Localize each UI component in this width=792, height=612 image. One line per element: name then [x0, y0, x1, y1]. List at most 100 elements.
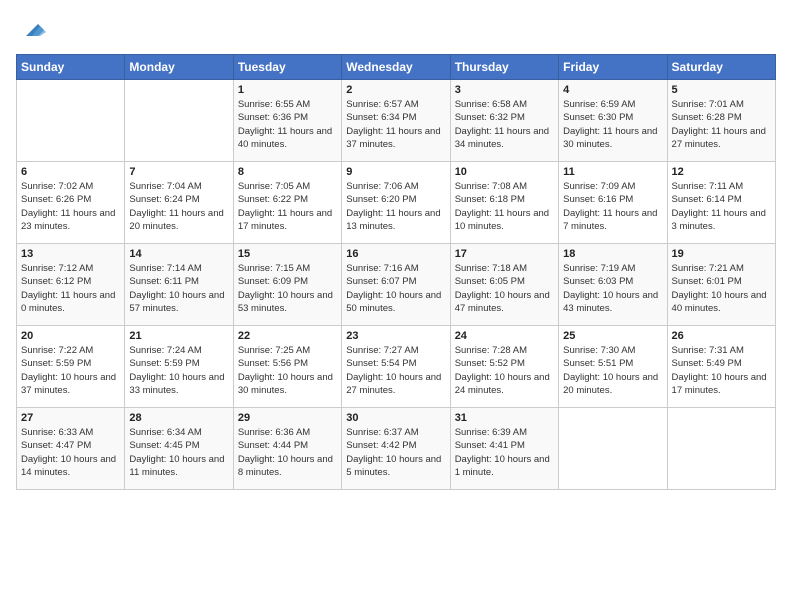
day-detail: Sunrise: 7:24 AMSunset: 5:59 PMDaylight:… [129, 344, 228, 397]
day-detail: Sunrise: 7:30 AMSunset: 5:51 PMDaylight:… [563, 344, 662, 397]
calendar-cell: 16 Sunrise: 7:16 AMSunset: 6:07 PMDayligh… [342, 244, 450, 326]
calendar-cell: 28 Sunrise: 6:34 AMSunset: 4:45 PMDayligh… [125, 408, 233, 490]
day-number: 7 [129, 166, 228, 178]
day-number: 28 [129, 412, 228, 424]
calendar-cell: 15 Sunrise: 7:15 AMSunset: 6:09 PMDayligh… [233, 244, 341, 326]
day-number: 9 [346, 166, 445, 178]
calendar-cell: 8Sunrise: 7:05 AMSunset: 6:22 PMDaylight… [233, 162, 341, 244]
day-detail: Sunrise: 7:15 AMSunset: 6:09 PMDaylight:… [238, 262, 337, 315]
day-number: 16 [346, 248, 445, 260]
day-detail: Sunrise: 7:09 AMSunset: 6:16 PMDaylight:… [563, 180, 662, 233]
calendar-cell [559, 408, 667, 490]
day-header-wednesday: Wednesday [342, 55, 450, 80]
day-detail: Sunrise: 6:34 AMSunset: 4:45 PMDaylight:… [129, 426, 228, 479]
day-number: 27 [21, 412, 120, 424]
calendar-cell: 24 Sunrise: 7:28 AMSunset: 5:52 PMDayligh… [450, 326, 558, 408]
calendar-cell [667, 408, 775, 490]
day-detail: Sunrise: 7:16 AMSunset: 6:07 PMDaylight:… [346, 262, 445, 315]
day-detail: Sunrise: 6:33 AMSunset: 4:47 PMDaylight:… [21, 426, 120, 479]
calendar-cell: 4Sunrise: 6:59 AMSunset: 6:30 PMDaylight… [559, 80, 667, 162]
day-detail: Sunrise: 6:37 AMSunset: 4:42 PMDaylight:… [346, 426, 445, 479]
day-number: 30 [346, 412, 445, 424]
calendar-cell: 13Sunrise: 7:12 AMSunset: 6:12 PMDayligh… [17, 244, 125, 326]
day-detail: Sunrise: 7:27 AMSunset: 5:54 PMDaylight:… [346, 344, 445, 397]
calendar-week-4: 20 Sunrise: 7:22 AMSunset: 5:59 PMDayligh… [17, 326, 776, 408]
calendar-cell: 2 Sunrise: 6:57 AMSunset: 6:34 PMDaylight… [342, 80, 450, 162]
calendar-week-2: 6Sunrise: 7:02 AMSunset: 6:26 PMDaylight… [17, 162, 776, 244]
day-number: 8 [238, 166, 337, 178]
calendar-cell: 20 Sunrise: 7:22 AMSunset: 5:59 PMDayligh… [17, 326, 125, 408]
calendar-cell: 29Sunrise: 6:36 AMSunset: 4:44 PMDayligh… [233, 408, 341, 490]
day-number: 3 [455, 84, 554, 96]
day-header-friday: Friday [559, 55, 667, 80]
calendar-cell: 21Sunrise: 7:24 AMSunset: 5:59 PMDayligh… [125, 326, 233, 408]
day-number: 25 [563, 330, 662, 342]
calendar-cell: 19 Sunrise: 7:21 AMSunset: 6:01 PMDayligh… [667, 244, 775, 326]
day-number: 31 [455, 412, 554, 424]
day-number: 5 [672, 84, 771, 96]
day-detail: Sunrise: 7:31 AMSunset: 5:49 PMDaylight:… [672, 344, 771, 397]
calendar-table: SundayMondayTuesdayWednesdayThursdayFrid… [16, 54, 776, 490]
day-detail: Sunrise: 6:39 AMSunset: 4:41 PMDaylight:… [455, 426, 554, 479]
calendar-cell: 3Sunrise: 6:58 AMSunset: 6:32 PMDaylight… [450, 80, 558, 162]
calendar-cell: 6Sunrise: 7:02 AMSunset: 6:26 PMDaylight… [17, 162, 125, 244]
day-number: 18 [563, 248, 662, 260]
day-detail: Sunrise: 7:01 AMSunset: 6:28 PMDaylight:… [672, 98, 771, 151]
day-number: 17 [455, 248, 554, 260]
day-detail: Sunrise: 7:21 AMSunset: 6:01 PMDaylight:… [672, 262, 771, 315]
day-detail: Sunrise: 7:04 AMSunset: 6:24 PMDaylight:… [129, 180, 228, 233]
day-number: 19 [672, 248, 771, 260]
day-header-thursday: Thursday [450, 55, 558, 80]
day-number: 20 [21, 330, 120, 342]
calendar-cell: 23 Sunrise: 7:27 AMSunset: 5:54 PMDayligh… [342, 326, 450, 408]
logo-icon [18, 16, 46, 44]
calendar-header-row: SundayMondayTuesdayWednesdayThursdayFrid… [17, 55, 776, 80]
day-number: 10 [455, 166, 554, 178]
calendar-cell: 27 Sunrise: 6:33 AMSunset: 4:47 PMDayligh… [17, 408, 125, 490]
day-number: 15 [238, 248, 337, 260]
day-detail: Sunrise: 7:11 AMSunset: 6:14 PMDaylight:… [672, 180, 771, 233]
day-detail: Sunrise: 7:28 AMSunset: 5:52 PMDaylight:… [455, 344, 554, 397]
day-detail: Sunrise: 6:55 AMSunset: 6:36 PMDaylight:… [238, 98, 337, 151]
calendar-cell: 12 Sunrise: 7:11 AMSunset: 6:14 PMDayligh… [667, 162, 775, 244]
day-number: 29 [238, 412, 337, 424]
day-header-monday: Monday [125, 55, 233, 80]
calendar-week-1: 1 Sunrise: 6:55 AMSunset: 6:36 PMDaylight… [17, 80, 776, 162]
calendar-cell: 18 Sunrise: 7:19 AMSunset: 6:03 PMDayligh… [559, 244, 667, 326]
day-detail: Sunrise: 7:12 AMSunset: 6:12 PMDaylight:… [21, 262, 120, 315]
calendar-cell: 14 Sunrise: 7:14 AMSunset: 6:11 PMDayligh… [125, 244, 233, 326]
day-number: 14 [129, 248, 228, 260]
calendar-cell: 9Sunrise: 7:06 AMSunset: 6:20 PMDaylight… [342, 162, 450, 244]
logo [16, 16, 46, 44]
day-detail: Sunrise: 7:22 AMSunset: 5:59 PMDaylight:… [21, 344, 120, 397]
day-header-tuesday: Tuesday [233, 55, 341, 80]
calendar-cell: 10Sunrise: 7:08 AMSunset: 6:18 PMDayligh… [450, 162, 558, 244]
day-number: 4 [563, 84, 662, 96]
day-number: 26 [672, 330, 771, 342]
day-number: 2 [346, 84, 445, 96]
day-number: 23 [346, 330, 445, 342]
day-detail: Sunrise: 7:19 AMSunset: 6:03 PMDaylight:… [563, 262, 662, 315]
calendar-cell: 22 Sunrise: 7:25 AMSunset: 5:56 PMDayligh… [233, 326, 341, 408]
calendar-cell [17, 80, 125, 162]
day-detail: Sunrise: 7:25 AMSunset: 5:56 PMDaylight:… [238, 344, 337, 397]
calendar-cell: 26 Sunrise: 7:31 AMSunset: 5:49 PMDayligh… [667, 326, 775, 408]
calendar-cell: 25 Sunrise: 7:30 AMSunset: 5:51 PMDayligh… [559, 326, 667, 408]
day-header-sunday: Sunday [17, 55, 125, 80]
day-detail: Sunrise: 6:57 AMSunset: 6:34 PMDaylight:… [346, 98, 445, 151]
calendar-cell: 5 Sunrise: 7:01 AMSunset: 6:28 PMDaylight… [667, 80, 775, 162]
calendar-cell: 30 Sunrise: 6:37 AMSunset: 4:42 PMDayligh… [342, 408, 450, 490]
day-header-saturday: Saturday [667, 55, 775, 80]
calendar-cell: 11 Sunrise: 7:09 AMSunset: 6:16 PMDayligh… [559, 162, 667, 244]
day-detail: Sunrise: 7:14 AMSunset: 6:11 PMDaylight:… [129, 262, 228, 315]
day-number: 1 [238, 84, 337, 96]
calendar-cell [125, 80, 233, 162]
calendar-cell: 31 Sunrise: 6:39 AMSunset: 4:41 PMDayligh… [450, 408, 558, 490]
day-number: 22 [238, 330, 337, 342]
day-number: 6 [21, 166, 120, 178]
day-number: 11 [563, 166, 662, 178]
calendar-week-3: 13Sunrise: 7:12 AMSunset: 6:12 PMDayligh… [17, 244, 776, 326]
day-number: 12 [672, 166, 771, 178]
day-number: 24 [455, 330, 554, 342]
calendar-cell: 1 Sunrise: 6:55 AMSunset: 6:36 PMDaylight… [233, 80, 341, 162]
